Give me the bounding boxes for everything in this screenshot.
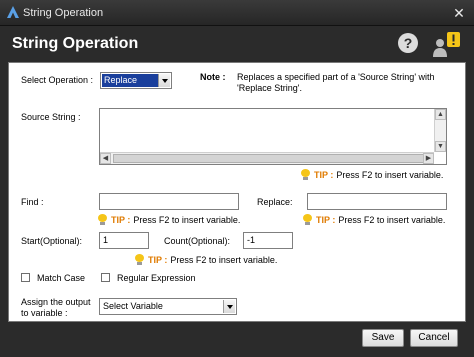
start-input[interactable]: 1 <box>99 232 149 249</box>
select-operation-label: Select Operation : <box>21 75 94 85</box>
replace-tip: TIP : Press F2 to insert variable. <box>303 214 445 225</box>
app-logo-icon <box>7 6 19 18</box>
scroll-down-icon[interactable]: ▼ <box>435 141 446 152</box>
replace-label: Replace: <box>257 197 293 207</box>
horizontal-scrollbar[interactable]: ◀ ▶ <box>100 152 434 164</box>
lightbulb-icon <box>135 254 144 265</box>
tip-text: Press F2 to insert variable. <box>133 214 241 225</box>
vertical-scrollbar[interactable]: ▲ ▼ <box>434 109 446 152</box>
help-icon[interactable]: ? <box>398 33 418 53</box>
replace-input[interactable] <box>307 193 447 210</box>
close-icon[interactable]: ✕ <box>451 5 467 21</box>
scroll-thumb[interactable] <box>113 154 426 163</box>
output-variable-value: Select Variable <box>103 301 163 311</box>
match-case-label: Match Case <box>37 273 86 283</box>
output-variable-select[interactable]: Select Variable <box>99 298 237 315</box>
lightbulb-icon <box>98 214 107 225</box>
regex-checkbox[interactable] <box>101 273 110 282</box>
regex-label: Regular Expression <box>117 273 196 283</box>
tip-label: TIP : <box>316 214 336 225</box>
note-text-line2: 'Replace String'. <box>237 83 302 93</box>
operation-select[interactable]: Replace <box>100 72 172 89</box>
find-tip: TIP : Press F2 to insert variable. <box>98 214 240 225</box>
tip-text: Press F2 to insert variable. <box>338 214 446 225</box>
save-button[interactable]: Save <box>362 329 404 347</box>
page-title: String Operation <box>12 35 139 52</box>
count-input[interactable]: -1 <box>243 232 293 249</box>
tip-text: Press F2 to insert variable. <box>170 254 278 265</box>
lightbulb-icon <box>303 214 312 225</box>
source-string-textarea[interactable]: ▲ ▼ ◀ ▶ <box>99 108 447 165</box>
note-label: Note : <box>200 72 226 82</box>
scroll-left-icon[interactable]: ◀ <box>100 153 111 164</box>
tip-label: TIP : <box>111 214 131 225</box>
find-input[interactable] <box>99 193 239 210</box>
source-string-label: Source String : <box>21 112 81 122</box>
scroll-up-icon[interactable]: ▲ <box>435 109 446 120</box>
chevron-down-icon[interactable] <box>223 300 235 313</box>
dialog-header: String Operation ? <box>0 26 474 62</box>
cancel-button[interactable]: Cancel <box>410 329 458 347</box>
window-title: String Operation <box>23 7 104 19</box>
tip-label: TIP : <box>148 254 168 265</box>
tip-text: Press F2 to insert variable. <box>336 169 444 180</box>
assign-output-label-line1: Assign the output <box>21 297 91 307</box>
form-panel: Select Operation : Replace Note : Replac… <box>8 62 466 322</box>
user-alert-icon[interactable] <box>430 30 462 58</box>
tip-label: TIP : <box>314 169 334 180</box>
count-tip: TIP : Press F2 to insert variable. <box>135 254 277 265</box>
operation-selected-value: Replace <box>102 74 158 87</box>
assign-output-label-line2: to variable : <box>21 308 68 318</box>
start-label: Start(Optional): <box>21 236 83 246</box>
scroll-right-icon[interactable]: ▶ <box>423 153 434 164</box>
count-label: Count(Optional): <box>164 236 231 246</box>
source-tip: TIP : Press F2 to insert variable. <box>301 169 443 180</box>
title-bar: String Operation ✕ <box>0 0 474 26</box>
find-label: Find : <box>21 197 44 207</box>
note-text-line1: Replaces a specified part of a 'Source S… <box>237 72 435 82</box>
lightbulb-icon <box>301 169 310 180</box>
chevron-down-icon[interactable] <box>158 74 170 87</box>
match-case-checkbox[interactable] <box>21 273 30 282</box>
